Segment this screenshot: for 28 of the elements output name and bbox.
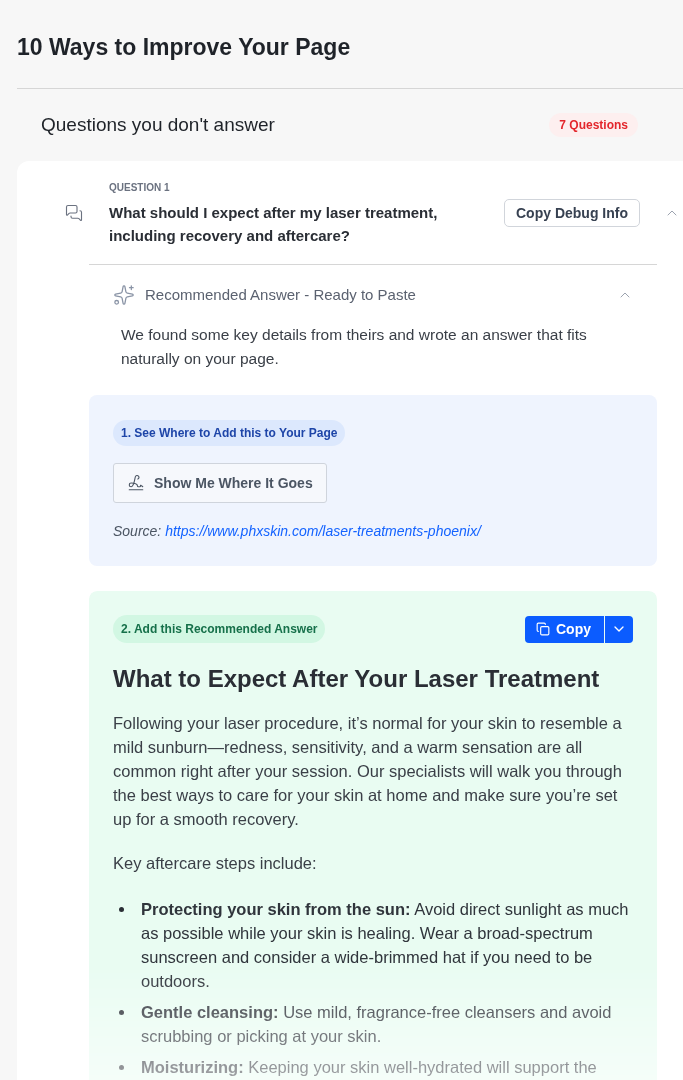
source-link[interactable]: https://www.phxskin.com/laser-treatments-phoenix/ <box>165 523 481 539</box>
recommended-answer-title: Recommended Answer - Ready to Paste <box>145 285 416 305</box>
answer-heading: What to Expect After Your Laser Treatment <box>113 664 600 694</box>
sparkles-icon <box>113 284 135 306</box>
page-title: 10 Ways to Improve Your Page <box>17 33 351 62</box>
bullet-icon <box>119 1010 124 1015</box>
answer-paragraph: Following your laser procedure, it’s normal for your skin to resemble a mild sunburn—redness, sensitivity, and a warm sensation are all common right after your session. Our specialists will walk you through the best ways to care for your skin at home and make sure you’re set up for a smooth recovery. <box>113 713 623 830</box>
bullet-icon <box>119 907 124 912</box>
aftercare-step: Moisturizing: Keeping your skin well-hydrated will support the <box>141 1055 597 1079</box>
chat-bubbles-icon <box>65 204 83 222</box>
recommended-answer-intro: We found some key details from theirs and wrote an answer that fits naturally on your page. <box>120 325 588 369</box>
copy-button[interactable]: Copy <box>525 615 604 643</box>
bullet-icon <box>119 1065 124 1070</box>
section-title: Questions you don't answer <box>41 113 275 137</box>
step-two-pill: 2. Add this Recommended Answer <box>113 615 326 643</box>
question-label: QUESTION 1 <box>109 181 170 195</box>
show-me-where-button[interactable]: Show Me Where It Goes <box>113 463 327 503</box>
aftercare-step: Protecting your skin from the sun: Avoid direct sunlight as much as possible while your skin is healing. Wear a broad-spectrum sunscreen and consider a wide-brimmed hat if you need to be outdoors. <box>141 897 633 993</box>
question-count-badge: 7 Questions <box>549 113 638 137</box>
source-label: Source: <box>113 523 162 539</box>
step-one-pill: 1. See Where to Add this to Your Page <box>113 420 346 446</box>
copy-options-dropdown[interactable] <box>605 615 633 643</box>
signature-icon <box>127 474 145 492</box>
aftercare-step: Gentle cleansing: Use mild, fragrance-free cleansers and avoid scrubbing or picking at your skin. <box>141 1000 633 1048</box>
question-text: What should I expect after my laser treatment, including recovery and aftercare? <box>109 203 439 246</box>
answer-paragraph: Key aftercare steps include: <box>113 853 318 874</box>
copy-icon <box>536 622 550 636</box>
copy-debug-info-button[interactable]: Copy Debug Info <box>504 199 640 227</box>
